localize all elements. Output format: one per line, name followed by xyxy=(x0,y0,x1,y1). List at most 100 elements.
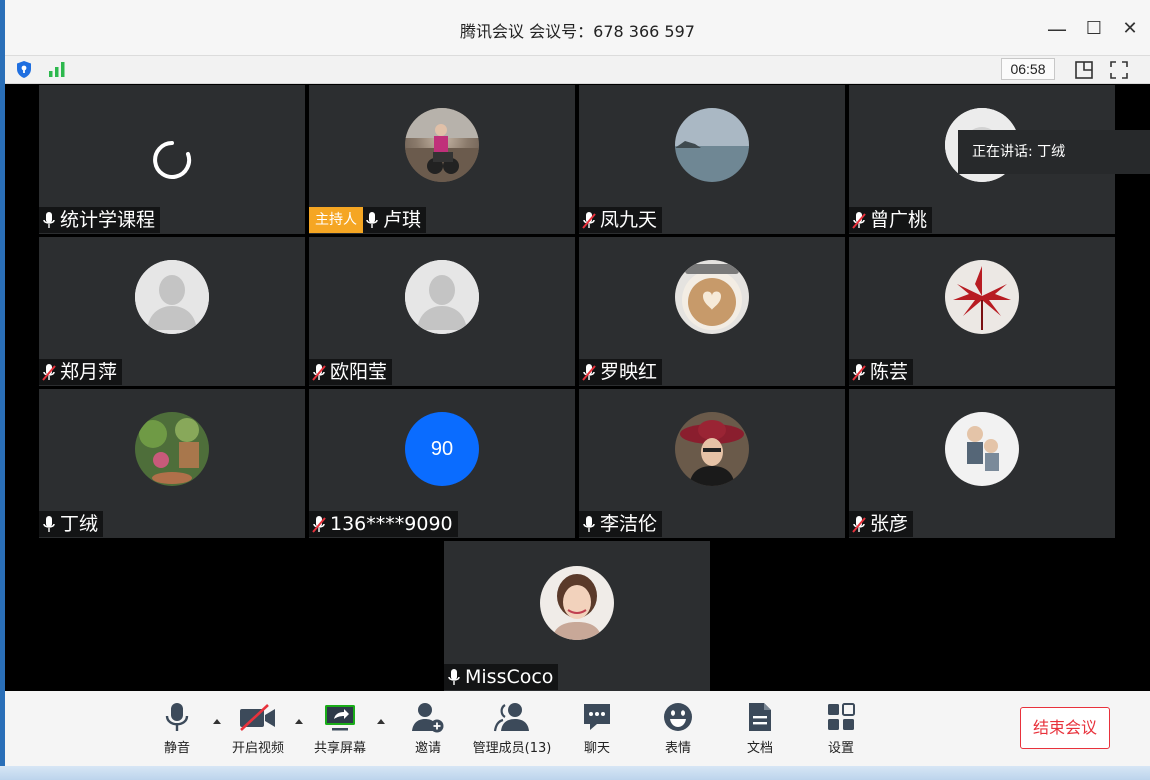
user-silhouette-icon xyxy=(135,260,209,334)
participant-name: 统计学课程 xyxy=(60,209,156,231)
mic-on-icon xyxy=(366,211,378,228)
minimize-button[interactable]: — xyxy=(1042,14,1072,44)
participant-name: 李洁伦 xyxy=(600,513,658,535)
manage-members-button[interactable]: 管理成员(13) xyxy=(470,701,554,761)
invite-button[interactable]: 邀请 xyxy=(386,701,470,761)
avatar-photo xyxy=(675,260,749,334)
chat-label: 聊天 xyxy=(583,741,610,756)
default-avatar xyxy=(405,260,479,334)
meeting-toolbar: 静音 开启视频 共享屏幕 邀请 管理成员(13) 聊天 表情 文档 设置 结束会… xyxy=(5,691,1150,766)
meeting-window: 腾讯会议 会议号：678 366 597 — ☐ ✕ 06:58 统计学课程 主… xyxy=(5,0,1150,766)
title-bar: 腾讯会议 会议号：678 366 597 — ☐ ✕ xyxy=(5,0,1150,56)
number-avatar: 90 xyxy=(405,412,479,486)
shield-icon[interactable] xyxy=(15,60,33,79)
add-user-icon xyxy=(412,703,444,733)
settings-grid-icon xyxy=(828,703,855,730)
mic-muted-icon xyxy=(852,211,866,229)
participant-tile[interactable]: 李洁伦 xyxy=(579,389,845,538)
fullscreen-icon[interactable] xyxy=(1108,59,1130,81)
settings-button[interactable]: 设置 xyxy=(799,701,883,761)
participant-name-tag: 欧阳莹 xyxy=(309,359,393,385)
participant-tile[interactable]: 90 136****9090 xyxy=(309,389,575,538)
avatar xyxy=(675,412,749,486)
signal-icon[interactable] xyxy=(47,60,67,78)
participant-name-tag: 统计学课程 xyxy=(39,207,161,233)
participant-tile[interactable]: MissCoco xyxy=(444,541,710,691)
avatar-photo xyxy=(540,566,614,640)
speaking-indicator: 正在讲话: 丁绒 xyxy=(958,130,1150,174)
share-screen-button[interactable]: 共享屏幕 xyxy=(298,701,382,761)
emoji-icon xyxy=(664,703,692,731)
participant-tile[interactable]: 主持人 卢琪 xyxy=(309,85,575,234)
mute-label: 静音 xyxy=(163,741,190,756)
participant-tile[interactable]: 丁绒 xyxy=(39,389,305,538)
avatar-photo xyxy=(135,412,209,486)
avatar xyxy=(675,260,749,334)
end-meeting-button[interactable]: 结束会议 xyxy=(1020,707,1110,749)
participant-name-tag: 张彦 xyxy=(849,511,914,537)
avatar-photo xyxy=(945,260,1019,334)
participant-tile[interactable]: 陈芸 xyxy=(849,237,1115,386)
participant-tile[interactable]: 统计学课程 xyxy=(39,85,305,234)
participant-name: 丁绒 xyxy=(60,513,99,535)
participant-tile[interactable]: 罗映红 xyxy=(579,237,845,386)
participant-name: 136****9090 xyxy=(330,513,453,535)
mic-muted-icon xyxy=(582,363,596,381)
avatar-photo xyxy=(945,412,1019,486)
participant-tile[interactable]: 凤九天 xyxy=(579,85,845,234)
avatar-photo xyxy=(675,412,749,486)
video-button[interactable]: 开启视频 xyxy=(216,701,300,761)
share-options-caret-icon[interactable] xyxy=(376,717,386,725)
settings-label: 设置 xyxy=(827,741,854,756)
status-bar: 06:58 xyxy=(5,56,1150,84)
emoji-label: 表情 xyxy=(664,741,691,756)
participant-name: MissCoco xyxy=(465,666,554,688)
participant-name-tag: 陈芸 xyxy=(849,359,914,385)
participant-name-tag: 罗映红 xyxy=(579,359,663,385)
participant-name-tag: 丁绒 xyxy=(39,511,104,537)
participant-name: 郑月萍 xyxy=(60,361,118,383)
participant-name-tag: 主持人 卢琪 xyxy=(309,207,427,233)
mic-on-icon xyxy=(448,668,460,685)
mic-muted-icon xyxy=(312,515,326,533)
documents-button[interactable]: 文档 xyxy=(718,701,802,761)
participant-name: 陈芸 xyxy=(870,361,909,383)
participant-name-tag: 郑月萍 xyxy=(39,359,123,385)
microphone-icon xyxy=(165,703,189,731)
participant-name: 卢琪 xyxy=(383,209,422,231)
mic-on-icon xyxy=(583,515,595,532)
avatar xyxy=(540,566,614,640)
participant-name-tag: 李洁伦 xyxy=(579,511,663,537)
mute-button[interactable]: 静音 xyxy=(135,701,219,761)
avatar xyxy=(945,260,1019,334)
elapsed-time: 06:58 xyxy=(1001,58,1055,80)
mic-on-icon xyxy=(43,515,55,532)
participant-name-tag: 凤九天 xyxy=(579,207,663,233)
taskbar xyxy=(0,766,1150,780)
layout-icon[interactable] xyxy=(1073,59,1095,81)
share-screen-label: 共享屏幕 xyxy=(313,741,366,756)
invite-label: 邀请 xyxy=(414,741,441,756)
chat-icon xyxy=(584,704,610,730)
participant-tile[interactable]: 欧阳莹 xyxy=(309,237,575,386)
mic-muted-icon xyxy=(312,363,326,381)
maximize-button[interactable]: ☐ xyxy=(1079,14,1109,44)
participant-name: 欧阳莹 xyxy=(330,361,388,383)
avatar xyxy=(945,412,1019,486)
default-avatar xyxy=(135,260,209,334)
participant-tile[interactable]: 郑月萍 xyxy=(39,237,305,386)
avatar xyxy=(135,412,209,486)
emoji-button[interactable]: 表情 xyxy=(636,701,720,761)
loading-spinner-icon xyxy=(153,141,192,179)
close-button[interactable]: ✕ xyxy=(1115,14,1145,44)
mic-muted-icon xyxy=(42,363,56,381)
chat-button[interactable]: 聊天 xyxy=(555,701,639,761)
document-icon xyxy=(749,703,771,731)
avatar xyxy=(675,108,749,182)
participant-name-tag: MissCoco xyxy=(444,664,559,690)
mic-muted-icon xyxy=(852,363,866,381)
participant-tile[interactable]: 张彦 xyxy=(849,389,1115,538)
mic-muted-icon xyxy=(852,515,866,533)
participant-name: 凤九天 xyxy=(600,209,658,231)
participant-name-tag: 136****9090 xyxy=(309,511,458,537)
